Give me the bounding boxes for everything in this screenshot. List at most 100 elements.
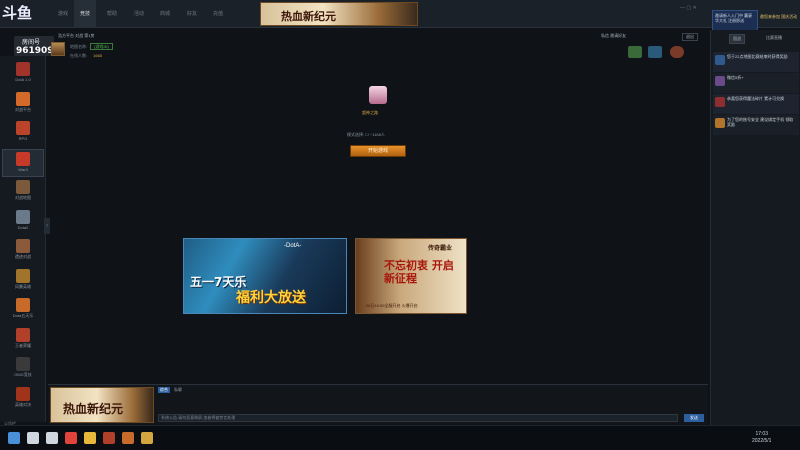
notice-text: 微信5折+ [727, 75, 744, 80]
count-row: 在线人数: 1665 [70, 53, 102, 59]
sidebar-game-1[interactable]: 对战平台 [2, 90, 44, 118]
clock-date: 2022/5/1 [752, 438, 772, 444]
count-value: 1665 [93, 53, 103, 58]
exit-button[interactable]: 退出 [682, 33, 698, 41]
game-label: 遗迹对战 [15, 254, 31, 259]
game-icon [16, 151, 30, 166]
sidebar-game-9[interactable]: 王者荣耀 [2, 326, 44, 354]
clock: 17:03 2022/5/1 [752, 431, 771, 445]
sidebar-game-8[interactable]: Dota五天乐 [2, 296, 44, 324]
sidebar-game-10[interactable]: OMG竞技 [2, 355, 44, 383]
app3-icon[interactable] [141, 432, 153, 444]
player-icon-2[interactable] [648, 46, 662, 58]
sidebar-game-6[interactable]: 遗迹对战 [2, 237, 44, 265]
app2-icon[interactable] [122, 432, 134, 444]
search-icon[interactable] [27, 432, 39, 444]
sidebar-game-11[interactable]: 英雄对决 [2, 385, 44, 413]
bottom-banner-ad[interactable]: 热血新纪元 [50, 387, 154, 423]
game-icon [16, 91, 30, 106]
game-sidebar: DotA 1.0 对战平台 RPG War3 对战地图 Dota2 遗迹对战风暴英雄 Dota… [0, 56, 46, 422]
nav-tab-3[interactable]: 活动 [134, 10, 144, 17]
nav-tab-5[interactable]: 好友 [187, 10, 197, 17]
notice-item[interactable]: 微信5折+ [713, 73, 799, 93]
chat-tab-0[interactable]: 综合 [158, 387, 170, 393]
game-icon [16, 239, 30, 253]
map-label: 地图名称: [70, 44, 88, 49]
game-label: OMG竞技 [14, 372, 32, 377]
game-icon [16, 180, 30, 194]
top-banner-ad[interactable]: 热血新纪元 [260, 2, 418, 26]
game-label: 英雄对决 [15, 401, 31, 407]
task-view-icon[interactable] [46, 432, 58, 444]
card2-sub: 28日19:00全服开启 火爆开启 [366, 303, 418, 308]
chat-input[interactable]: 系统公告:请勿恶意刷屏,违者将被禁言处理 [158, 414, 678, 422]
sidebar-game-3[interactable]: War3 [2, 148, 44, 177]
nav-tab-6[interactable]: 充值 [213, 10, 223, 17]
room-avatar [51, 42, 65, 56]
game-icon [16, 298, 30, 312]
windows-start-icon[interactable] [8, 432, 20, 444]
player-icon-1[interactable] [628, 46, 642, 58]
game-icon [16, 327, 30, 342]
promo-card-dota[interactable]: -DotA- 五一7天乐 福利大放送 [183, 238, 347, 314]
mode-select-label[interactable]: 模式选择: ☐ ~1168人 [347, 132, 385, 138]
card1-line2: 福利大放送 [236, 290, 306, 306]
top-banner-text: 热血新纪元 [281, 10, 336, 23]
start-game-button[interactable]: 开始游戏 [350, 145, 406, 157]
send-button[interactable]: 发送 [684, 414, 704, 422]
map-row: 地图名称: (游戏ID) [70, 43, 113, 50]
user-avatar[interactable] [670, 46, 684, 58]
card1-tag: -DotA- [284, 243, 302, 249]
bottom-banner-text: 热血新纪元 [63, 402, 124, 416]
chrome-icon[interactable] [65, 432, 77, 444]
extension-label: 超神之路 [362, 110, 378, 115]
room-title: 浩方平台 对战 第1房 [58, 33, 95, 38]
notice-icon [715, 76, 725, 86]
game-label: DotA 1.0 [15, 77, 31, 82]
card2-line: 不忘初衷 开启新征程 [384, 259, 454, 285]
sidebar-game-0[interactable]: DotA 1.0 [2, 60, 44, 88]
top-bar: 斗鱼 游戏 竞技 帮助 活动 商城 好友 充值 热血新纪元 — ▢ ✕ 邀请新人… [0, 0, 800, 36]
extension-icon[interactable] [369, 86, 387, 104]
game-label: 对战平台 [15, 106, 31, 112]
notice-item[interactable]: 恭喜您获得魔法碎片 累计可兑换 [713, 94, 799, 114]
chat-tab-1[interactable]: 私聊 [172, 387, 184, 393]
promo-card-legend[interactable]: 传奇霸业 不忘初衷 开启新征程 28日19:00全服开启 火爆开启 [355, 238, 467, 314]
notice-icon [715, 118, 725, 128]
game-icon [16, 386, 30, 401]
game-icon [16, 357, 30, 371]
game-label: Dota2 [17, 224, 29, 230]
sidebar-game-7[interactable]: 风暴英雄 [2, 267, 44, 295]
right-tab-0[interactable]: 国战 [729, 34, 745, 44]
clock-time: 17:03 [755, 431, 768, 437]
room-info-bar: 浩方平台 对战 第1房 地图名称: (游戏ID) 在线人数: 1665 私信 邀请好… [48, 30, 708, 64]
promo-right[interactable]: 邀您来参加 国庆活动 [760, 14, 798, 19]
notice-icon [715, 97, 725, 107]
room-buttons[interactable]: 私信 邀请好友 [601, 33, 626, 39]
folder-icon[interactable] [84, 432, 96, 444]
right-panel: 国战 比赛直播 您于22点地图比赛结束时获得奖励 微信5折+ 恭喜您获得魔法碎片 累… [710, 30, 800, 425]
game-icon [16, 268, 30, 283]
game-label: War3 [18, 166, 28, 172]
sidebar-game-4[interactable]: 对战地图 [2, 178, 44, 206]
app1-icon[interactable] [103, 432, 115, 444]
notice-item[interactable]: 您于22点地图比赛结束时获得奖励 [713, 52, 799, 72]
game-label: 风暴英雄 [15, 283, 31, 289]
nav-tab-2[interactable]: 帮助 [107, 10, 117, 17]
nav-tab-4[interactable]: 商城 [160, 10, 170, 17]
sidebar-game-5[interactable]: Dota2 [2, 208, 44, 236]
nav-tab-0[interactable]: 游戏 [58, 10, 68, 17]
taskbar: 17:03 2022/5/1 [0, 425, 800, 450]
game-icon [16, 62, 30, 76]
chat-area: 热血新纪元 综合 私聊 系统公告:请勿恶意刷屏,违者将被禁言处理 发送 [48, 384, 708, 424]
window-controls[interactable]: — ▢ ✕ [680, 5, 697, 11]
nav-tab-1[interactable]: 竞技 [80, 10, 90, 17]
sidebar-game-2[interactable]: RPG [2, 119, 44, 147]
notice-item[interactable]: 为了您的账号安全 建议绑定手机 领取奖励 [713, 115, 799, 135]
notice-text: 您于22点地图比赛结束时获得奖励 [727, 54, 788, 59]
game-icon [16, 121, 30, 135]
map-value[interactable]: (游戏ID) [90, 43, 113, 50]
game-icon [16, 209, 30, 224]
game-label: 王者荣耀 [15, 342, 31, 348]
right-tab-1[interactable]: 比赛直播 [763, 34, 785, 42]
